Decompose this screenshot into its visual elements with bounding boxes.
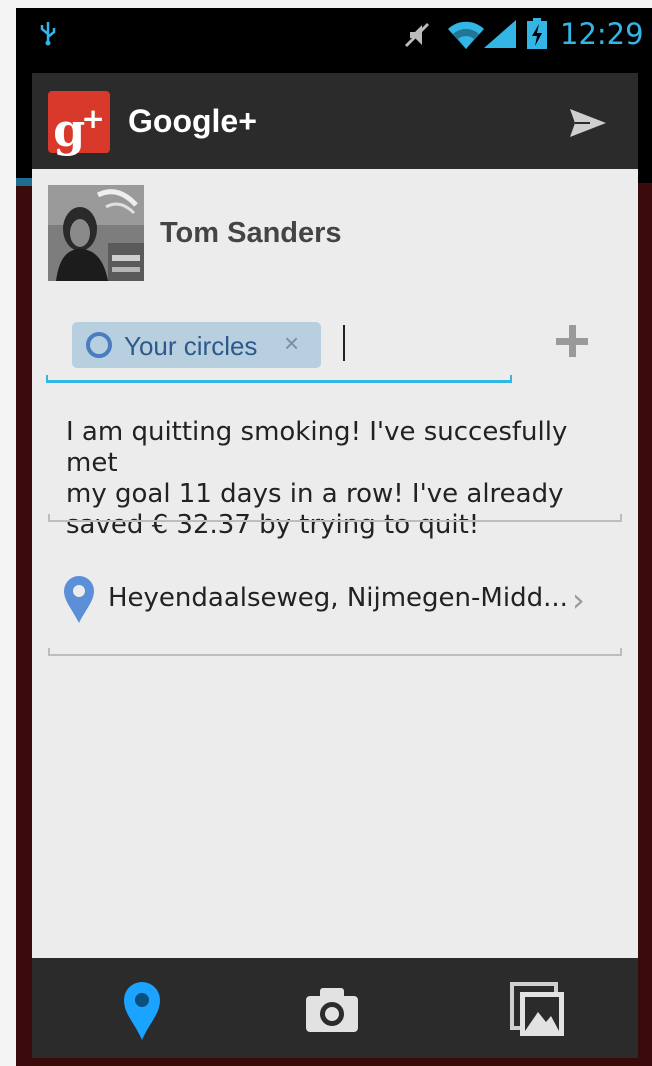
compose-content: Tom Sanders Your circles × I am quitting… [32, 169, 638, 958]
status-bar: 12:29 [16, 8, 652, 60]
close-icon[interactable]: × [284, 328, 299, 359]
location-pin-icon [64, 576, 94, 623]
bottom-action-bar [32, 958, 638, 1058]
avatar-photo [48, 185, 144, 281]
plus-icon[interactable] [552, 321, 592, 361]
post-text-field[interactable]: I am quitting smoking! I've succesfully … [66, 417, 626, 541]
post-text-divider [48, 514, 622, 522]
location-pin-icon[interactable] [112, 978, 172, 1042]
location-divider [48, 648, 622, 656]
phone-screen: 12:29 g+ Google+ Tom Sanders Your circle… [16, 8, 652, 1066]
wifi-icon [448, 21, 484, 49]
recipient-chip-your-circles[interactable]: Your circles × [72, 322, 321, 368]
send-icon[interactable] [566, 101, 610, 145]
usb-icon [40, 22, 56, 46]
action-bar: g+ Google+ [32, 73, 638, 169]
gallery-icon[interactable] [508, 978, 568, 1042]
share-dialog: g+ Google+ Tom Sanders Your circles × I … [32, 73, 638, 1058]
location-text: Heyendaalseweg, Nijmegen-Midd... [108, 583, 568, 613]
avatar [48, 185, 144, 281]
google-plus-icon[interactable]: g+ [48, 91, 110, 157]
signal-icon [484, 20, 516, 48]
author-name: Tom Sanders [160, 217, 342, 249]
mute-icon [404, 22, 430, 48]
app-title: Google+ [128, 103, 257, 139]
location-row[interactable]: Heyendaalseweg, Nijmegen-Midd... › [32, 569, 638, 633]
recipients-field[interactable]: Your circles × [46, 319, 512, 383]
recipients-underline [46, 375, 512, 383]
circle-icon [86, 332, 112, 358]
camera-icon[interactable] [302, 978, 362, 1042]
text-cursor [343, 325, 345, 361]
recipient-chip-label: Your circles [124, 331, 258, 361]
battery-charging-icon [527, 18, 547, 49]
chevron-right-icon: › [572, 581, 585, 619]
status-clock: 12:29 [560, 17, 644, 51]
